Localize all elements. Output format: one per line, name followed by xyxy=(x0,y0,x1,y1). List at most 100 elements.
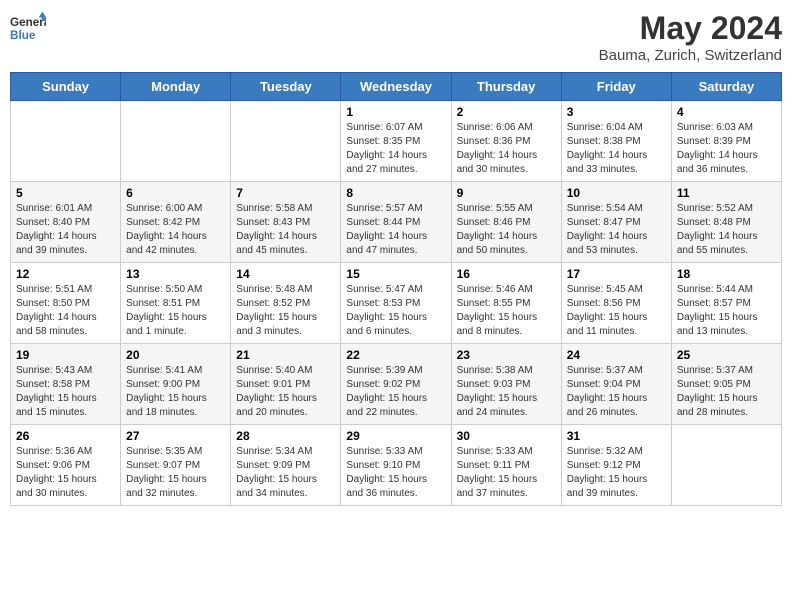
calendar-cell: 17Sunrise: 5:45 AM Sunset: 8:56 PM Dayli… xyxy=(561,263,671,344)
weekday-header-monday: Monday xyxy=(121,73,231,101)
day-info: Sunrise: 5:36 AM Sunset: 9:06 PM Dayligh… xyxy=(16,445,115,501)
calendar-cell: 31 Sunrise: 5:32 AM Sunset: 9:12 PM Dayli… xyxy=(561,425,671,506)
page-header: General Blue May 2024 Bauma, Zurich, Swi… xyxy=(10,10,782,64)
day-info: Sunrise: 5:37 AM Sunset: 9:04 PM Dayligh… xyxy=(567,364,666,420)
day-info: Sunrise: 5:44 AM Sunset: 8:57 PM Dayligh… xyxy=(677,283,776,339)
weekday-header-sunday: Sunday xyxy=(11,73,121,101)
calendar-cell: 25Sunrise: 5:37 AM Sunset: 9:05 PM Dayli… xyxy=(671,344,781,425)
day-number: 7 xyxy=(236,186,335,200)
day-info: Sunrise: 5:34 AM Sunset: 9:09 PM Dayligh… xyxy=(236,445,335,501)
calendar-cell: 26 Sunrise: 5:36 AM Sunset: 9:06 PM Dayli… xyxy=(11,425,121,506)
day-info: Sunrise: 5:55 AM Sunset: 8:46 PM Dayligh… xyxy=(457,202,556,258)
day-info: Sunrise: 5:46 AM Sunset: 8:55 PM Dayligh… xyxy=(457,283,556,339)
calendar-cell: 30Sunrise: 5:33 AM Sunset: 9:11 PM Dayli… xyxy=(451,425,561,506)
calendar-cell: 14 Sunrise: 5:48 AM Sunset: 8:52 PM Dayli… xyxy=(231,263,341,344)
calendar-cell: 8 Sunrise: 5:57 AM Sunset: 8:44 PM Daylig… xyxy=(341,182,451,263)
day-number: 17 xyxy=(567,267,666,281)
day-number: 8 xyxy=(346,186,445,200)
day-number: 10 xyxy=(567,186,666,200)
day-info: Sunrise: 5:38 AM Sunset: 9:03 PM Dayligh… xyxy=(457,364,556,420)
day-number: 29 xyxy=(346,429,445,443)
calendar-cell: 10 Sunrise: 5:54 AM Sunset: 8:47 PM Dayli… xyxy=(561,182,671,263)
day-info: Sunrise: 5:50 AM Sunset: 8:51 PM Dayligh… xyxy=(126,283,225,339)
day-info: Sunrise: 6:07 AM Sunset: 8:35 PM Dayligh… xyxy=(346,121,445,177)
svg-text:General: General xyxy=(10,16,46,29)
calendar-cell: 9Sunrise: 5:55 AM Sunset: 8:46 PM Daylig… xyxy=(451,182,561,263)
calendar-cell: 21Sunrise: 5:40 AM Sunset: 9:01 PM Dayli… xyxy=(231,344,341,425)
calendar-week-row: 5 Sunrise: 6:01 AM Sunset: 8:40 PM Daylig… xyxy=(11,182,782,263)
day-number: 23 xyxy=(457,348,556,362)
calendar-cell: 12 Sunrise: 5:51 AM Sunset: 8:50 PM Dayli… xyxy=(11,263,121,344)
day-number: 15 xyxy=(346,267,445,281)
day-number: 4 xyxy=(677,105,776,119)
day-info: Sunrise: 5:54 AM Sunset: 8:47 PM Dayligh… xyxy=(567,202,666,258)
calendar-cell: 24Sunrise: 5:37 AM Sunset: 9:04 PM Dayli… xyxy=(561,344,671,425)
calendar-cell: 28 Sunrise: 5:34 AM Sunset: 9:09 PM Dayli… xyxy=(231,425,341,506)
day-info: Sunrise: 5:43 AM Sunset: 8:58 PM Dayligh… xyxy=(16,364,115,420)
calendar-cell: 15 Sunrise: 5:47 AM Sunset: 8:53 PM Dayli… xyxy=(341,263,451,344)
calendar-cell xyxy=(671,425,781,506)
day-number: 22 xyxy=(346,348,445,362)
weekday-header-friday: Friday xyxy=(561,73,671,101)
weekday-header-tuesday: Tuesday xyxy=(231,73,341,101)
day-info: Sunrise: 5:58 AM Sunset: 8:43 PM Dayligh… xyxy=(236,202,335,258)
day-number: 5 xyxy=(16,186,115,200)
calendar-week-row: 26 Sunrise: 5:36 AM Sunset: 9:06 PM Dayli… xyxy=(11,425,782,506)
day-info: Sunrise: 5:33 AM Sunset: 9:11 PM Dayligh… xyxy=(457,445,556,501)
day-info: Sunrise: 5:33 AM Sunset: 9:10 PM Dayligh… xyxy=(346,445,445,501)
calendar-cell xyxy=(121,101,231,182)
calendar-cell: 13Sunrise: 5:50 AM Sunset: 8:51 PM Dayli… xyxy=(121,263,231,344)
day-info: Sunrise: 6:04 AM Sunset: 8:38 PM Dayligh… xyxy=(567,121,666,177)
weekday-header-saturday: Saturday xyxy=(671,73,781,101)
day-info: Sunrise: 5:39 AM Sunset: 9:02 PM Dayligh… xyxy=(346,364,445,420)
calendar-cell xyxy=(231,101,341,182)
calendar-cell: 29 Sunrise: 5:33 AM Sunset: 9:10 PM Dayli… xyxy=(341,425,451,506)
day-number: 28 xyxy=(236,429,335,443)
day-info: Sunrise: 5:37 AM Sunset: 9:05 PM Dayligh… xyxy=(677,364,776,420)
svg-text:Blue: Blue xyxy=(10,29,36,42)
calendar-cell: 23 Sunrise: 5:38 AM Sunset: 9:03 PM Dayli… xyxy=(451,344,561,425)
calendar-table: SundayMondayTuesdayWednesdayThursdayFrid… xyxy=(10,72,782,506)
weekday-header-row: SundayMondayTuesdayWednesdayThursdayFrid… xyxy=(11,73,782,101)
day-number: 31 xyxy=(567,429,666,443)
calendar-cell xyxy=(11,101,121,182)
calendar-week-row: 12 Sunrise: 5:51 AM Sunset: 8:50 PM Dayli… xyxy=(11,263,782,344)
calendar-cell: 1Sunrise: 6:07 AM Sunset: 8:35 PM Daylig… xyxy=(341,101,451,182)
calendar-cell: 11Sunrise: 5:52 AM Sunset: 8:48 PM Dayli… xyxy=(671,182,781,263)
calendar-cell: 27 Sunrise: 5:35 AM Sunset: 9:07 PM Dayli… xyxy=(121,425,231,506)
day-info: Sunrise: 5:35 AM Sunset: 9:07 PM Dayligh… xyxy=(126,445,225,501)
day-info: Sunrise: 5:41 AM Sunset: 9:00 PM Dayligh… xyxy=(126,364,225,420)
day-number: 3 xyxy=(567,105,666,119)
location: Bauma, Zurich, Switzerland xyxy=(599,47,782,64)
calendar-week-row: 19Sunrise: 5:43 AM Sunset: 8:58 PM Dayli… xyxy=(11,344,782,425)
day-number: 16 xyxy=(457,267,556,281)
day-number: 20 xyxy=(126,348,225,362)
logo-icon: General Blue xyxy=(10,10,46,46)
day-info: Sunrise: 5:32 AM Sunset: 9:12 PM Dayligh… xyxy=(567,445,666,501)
day-info: Sunrise: 6:00 AM Sunset: 8:42 PM Dayligh… xyxy=(126,202,225,258)
day-number: 11 xyxy=(677,186,776,200)
calendar-cell: 18 Sunrise: 5:44 AM Sunset: 8:57 PM Dayli… xyxy=(671,263,781,344)
day-number: 2 xyxy=(457,105,556,119)
day-number: 14 xyxy=(236,267,335,281)
calendar-cell: 5 Sunrise: 6:01 AM Sunset: 8:40 PM Daylig… xyxy=(11,182,121,263)
day-number: 27 xyxy=(126,429,225,443)
day-info: Sunrise: 6:01 AM Sunset: 8:40 PM Dayligh… xyxy=(16,202,115,258)
calendar-cell: 7 Sunrise: 5:58 AM Sunset: 8:43 PM Daylig… xyxy=(231,182,341,263)
calendar-cell: 16 Sunrise: 5:46 AM Sunset: 8:55 PM Dayli… xyxy=(451,263,561,344)
weekday-header-thursday: Thursday xyxy=(451,73,561,101)
day-info: Sunrise: 5:48 AM Sunset: 8:52 PM Dayligh… xyxy=(236,283,335,339)
day-info: Sunrise: 5:57 AM Sunset: 8:44 PM Dayligh… xyxy=(346,202,445,258)
calendar-cell: 3 Sunrise: 6:04 AM Sunset: 8:38 PM Daylig… xyxy=(561,101,671,182)
day-info: Sunrise: 5:47 AM Sunset: 8:53 PM Dayligh… xyxy=(346,283,445,339)
day-number: 21 xyxy=(236,348,335,362)
day-number: 18 xyxy=(677,267,776,281)
calendar-cell: 20 Sunrise: 5:41 AM Sunset: 9:00 PM Dayli… xyxy=(121,344,231,425)
day-info: Sunrise: 5:51 AM Sunset: 8:50 PM Dayligh… xyxy=(16,283,115,339)
day-number: 26 xyxy=(16,429,115,443)
calendar-cell: 2Sunrise: 6:06 AM Sunset: 8:36 PM Daylig… xyxy=(451,101,561,182)
day-number: 6 xyxy=(126,186,225,200)
calendar-cell: 6 Sunrise: 6:00 AM Sunset: 8:42 PM Daylig… xyxy=(121,182,231,263)
calendar-week-row: 1Sunrise: 6:07 AM Sunset: 8:35 PM Daylig… xyxy=(11,101,782,182)
day-number: 12 xyxy=(16,267,115,281)
